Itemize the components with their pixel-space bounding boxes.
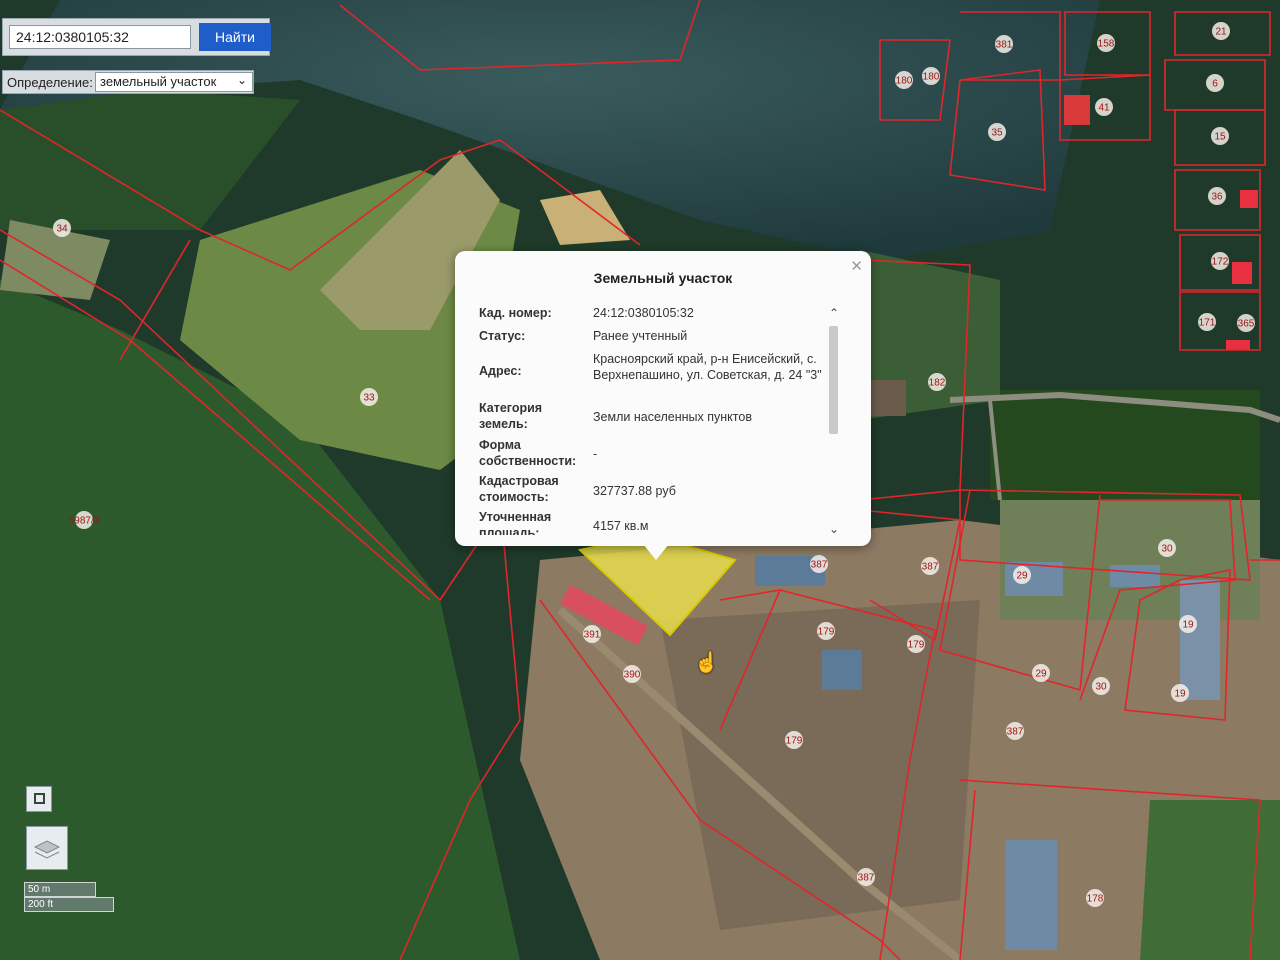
parcel-number-label[interactable]: 387	[922, 562, 939, 573]
close-icon[interactable]: ✕	[850, 257, 863, 275]
parcel-number-label[interactable]: 36	[1211, 192, 1223, 203]
parcel-number-label[interactable]: 158	[1098, 39, 1115, 50]
parcel-number-label[interactable]: 387	[1007, 727, 1024, 738]
parcel-number-label[interactable]: 179	[786, 736, 803, 747]
hand-pointer-icon: ☝	[694, 652, 719, 674]
row-value: 4157 кв.м	[593, 519, 649, 533]
parcel-number-label[interactable]: 34	[56, 224, 68, 235]
parcel-number-label[interactable]: 179	[908, 640, 925, 651]
parcel-number-label[interactable]: 29	[1035, 669, 1047, 680]
parcel-info-popup: Земельный участок ✕ Кад. номер: 24:12:03…	[455, 251, 871, 546]
parcel-number-label[interactable]: 33	[363, 393, 375, 404]
parcel-number-label[interactable]: 387	[858, 873, 875, 884]
parcel-number-label[interactable]: 21	[1215, 27, 1227, 38]
chevron-up-icon[interactable]: ⌃	[826, 306, 842, 320]
parcel-number-label[interactable]: 391	[584, 630, 601, 641]
map-mode-button[interactable]	[26, 786, 52, 812]
parcel-number-label[interactable]: 180	[896, 76, 913, 87]
row-label: Статус:	[479, 329, 526, 343]
row-value: -	[593, 447, 598, 461]
layers-button[interactable]	[26, 826, 68, 870]
popup-pointer	[643, 544, 669, 560]
parcel-number-label[interactable]: 387	[811, 560, 828, 571]
definition-selected-value: земельный участок	[100, 74, 217, 89]
chevron-down-icon[interactable]: ⌄	[826, 522, 842, 536]
parcel-number-label[interactable]: 172	[1212, 257, 1229, 268]
parcel-number-label[interactable]: 6	[1212, 79, 1218, 90]
parcel-number-label[interactable]: 365	[1238, 319, 1255, 330]
row-value: 24:12:0380105:32	[593, 306, 694, 320]
search-button[interactable]: Найти	[199, 23, 271, 51]
search-panel: Найти	[2, 18, 271, 56]
scale-imperial: 200 ft	[24, 897, 114, 912]
parcel-number-label[interactable]: 179	[818, 627, 835, 638]
popup-body: Кад. номер: 24:12:0380105:32 Статус: Ран…	[479, 303, 827, 535]
row-label: Форма собственности:	[479, 438, 577, 468]
parcel-number-label[interactable]: 171	[1199, 318, 1216, 329]
parcel-number-label[interactable]: 41	[1098, 103, 1110, 114]
parcel-number-label[interactable]: 30	[1161, 544, 1173, 555]
cadastral-search-input[interactable]	[9, 25, 191, 49]
scale-metric: 50 m	[24, 882, 96, 897]
row-value: Земли населенных пунктов	[593, 410, 752, 424]
parcel-number-label[interactable]: 180	[923, 72, 940, 83]
parcel-number-label[interactable]: 178	[1087, 894, 1104, 905]
parcel-number-label[interactable]: 182	[929, 378, 946, 389]
row-label: Кадастровая стоимость:	[479, 474, 559, 504]
parcel-number-label[interactable]: 19	[1182, 620, 1194, 631]
parcel-number-label[interactable]: 35	[991, 128, 1003, 139]
scroll-thumb[interactable]	[829, 326, 838, 434]
parcel-number-label[interactable]: 15	[1214, 132, 1226, 143]
definition-panel: Определение: земельный участок ⌄	[2, 70, 254, 94]
popup-scrollbar[interactable]: ⌃ ⌄	[826, 306, 842, 538]
row-value: Красноярский край, р-н Енисейский, с. Ве…	[593, 352, 822, 382]
definition-select[interactable]: земельный участок ⌄	[95, 72, 253, 92]
parcel-number-label[interactable]: 390	[624, 670, 641, 681]
square-icon	[34, 793, 45, 804]
chevron-down-icon: ⌄	[236, 73, 247, 87]
row-label: Категория земель:	[479, 401, 543, 431]
row-value: Ранее учтенный	[593, 329, 688, 343]
definition-label: Определение:	[7, 75, 93, 90]
layers-icon	[33, 840, 61, 859]
row-label: Уточненная площадь:	[479, 510, 552, 535]
popup-title: Земельный участок	[593, 270, 733, 286]
parcel-number-label[interactable]: 30	[1095, 682, 1107, 693]
parcel-number-label[interactable]: 381	[996, 40, 1013, 51]
parcel-number-label[interactable]: 29	[1016, 571, 1028, 582]
row-value: 327737.88 руб	[593, 484, 676, 498]
parcel-number-label[interactable]: 19	[1174, 689, 1186, 700]
parcel-number-label[interactable]: 5987/3	[69, 516, 100, 527]
row-label: Кад. номер:	[479, 306, 552, 320]
row-label: Адрес:	[479, 364, 522, 378]
